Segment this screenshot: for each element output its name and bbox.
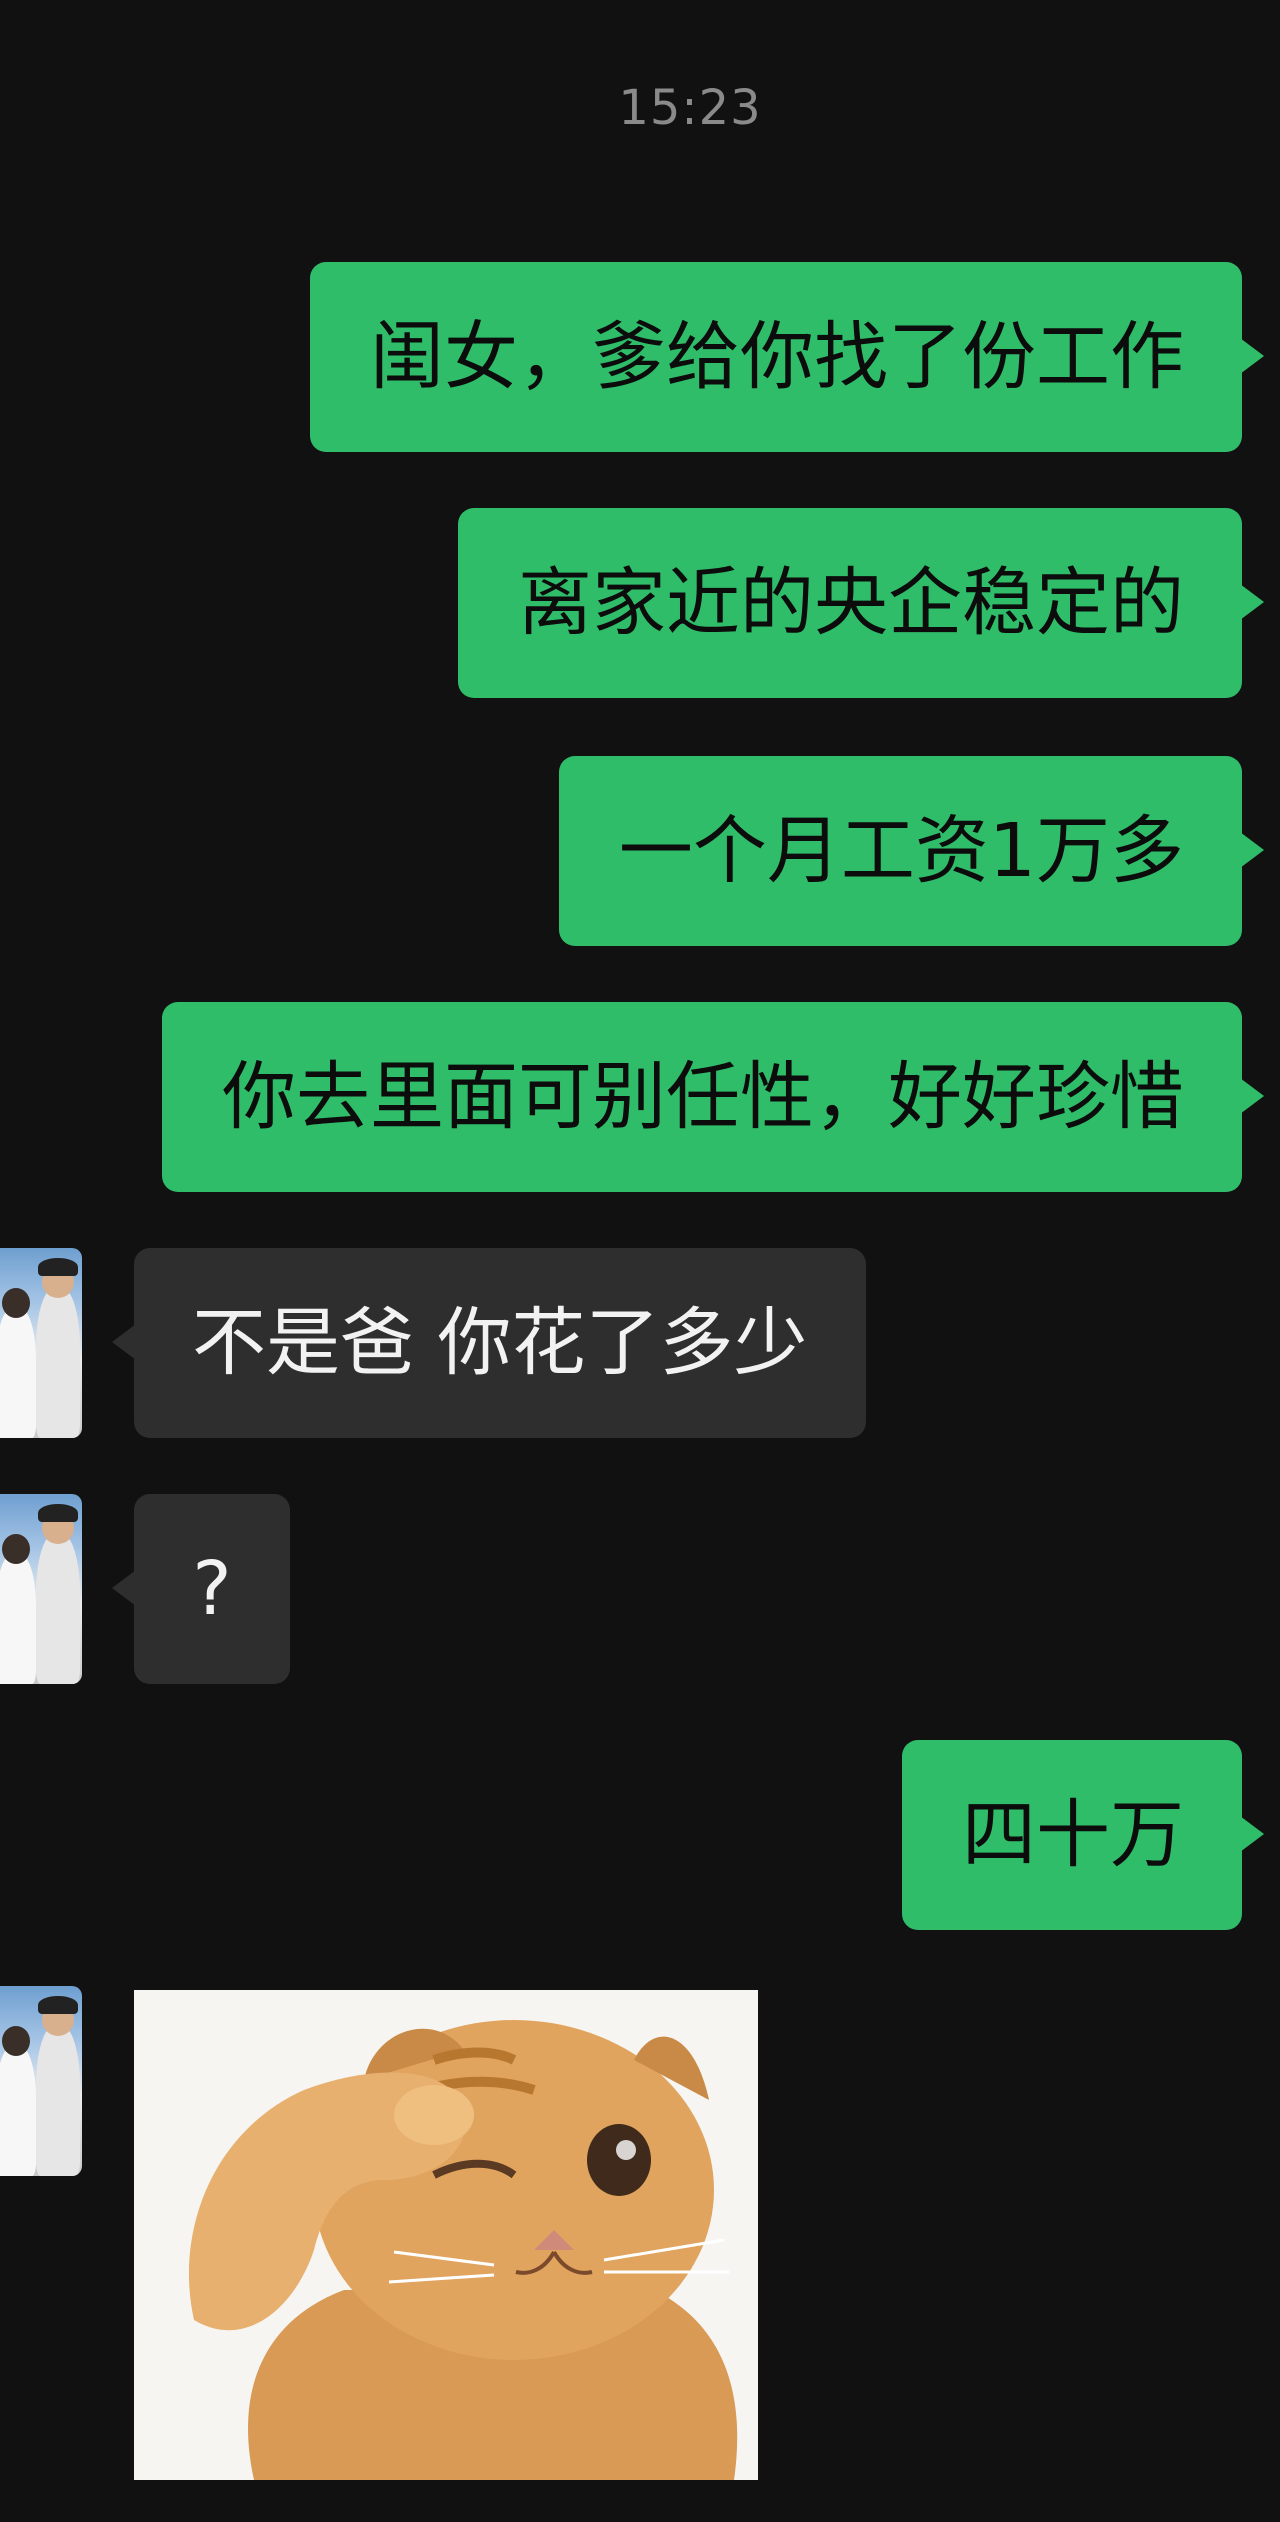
- avatar-figure: [36, 1534, 80, 1684]
- avatar-figure: [0, 1554, 36, 1684]
- avatar-figure: [36, 1288, 80, 1438]
- message-text: 离家近的央企稳定的: [518, 560, 1184, 646]
- outgoing-message-bubble[interactable]: 一个月工资1万多: [558, 756, 1265, 946]
- message-text: 一个月工资1万多: [618, 808, 1184, 894]
- avatar-figure: [0, 2046, 36, 2176]
- cat-sticker-icon: [134, 1990, 758, 2480]
- message-text: 四十万: [962, 1792, 1184, 1878]
- outgoing-message-bubble[interactable]: 四十万: [902, 1740, 1264, 1930]
- outgoing-message-bubble[interactable]: 闺女，爹给你找了份工作: [310, 262, 1264, 452]
- avatar-figure-cap: [38, 1258, 78, 1276]
- message-text: 闺女，爹给你找了份工作: [370, 314, 1184, 400]
- avatar-figure-head: [2, 1288, 30, 1318]
- incoming-message-bubble[interactable]: ?: [112, 1494, 290, 1684]
- avatar-figure-cap: [38, 1504, 78, 1522]
- avatar-figure-cap: [38, 1996, 78, 2014]
- avatar-figure: [0, 1308, 36, 1438]
- contact-avatar[interactable]: [0, 1494, 82, 1684]
- avatar-figure: [36, 2026, 80, 2176]
- message-timestamp: 15:23: [618, 80, 762, 136]
- chat-screen: 15:23 闺女，爹给你找了份工作 离家近的央企稳定的 一个月工资1万多 你去里…: [0, 0, 1280, 2522]
- message-text: 不是爸 你花了多少: [192, 1300, 808, 1386]
- contact-avatar[interactable]: [0, 1248, 82, 1438]
- cat-facepalm-sticker[interactable]: [134, 1990, 758, 2480]
- outgoing-message-bubble[interactable]: 离家近的央企稳定的: [458, 508, 1264, 698]
- message-text: 你去里面可别任性，好好珍惜: [222, 1054, 1184, 1140]
- contact-avatar[interactable]: [0, 1986, 82, 2176]
- avatar-figure-head: [2, 1534, 30, 1564]
- message-text: ?: [192, 1546, 232, 1632]
- avatar-figure-head: [2, 2026, 30, 2056]
- incoming-message-bubble[interactable]: 不是爸 你花了多少: [112, 1248, 866, 1438]
- outgoing-message-bubble[interactable]: 你去里面可别任性，好好珍惜: [162, 1002, 1264, 1192]
